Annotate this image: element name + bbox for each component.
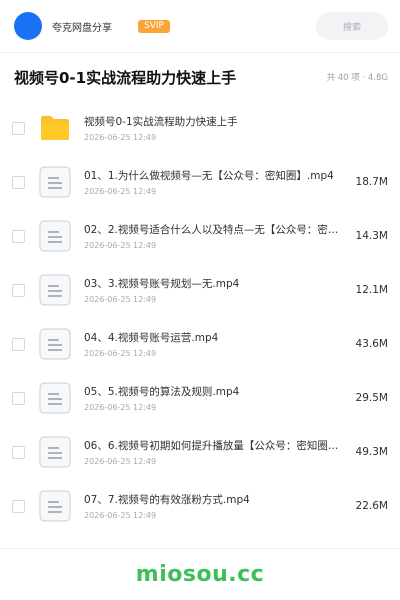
list-item[interactable]: 01、1.为什么做视频号—无【公众号：密知圈】.mp4 2026-06-25 12… [0,155,400,209]
list-item[interactable]: 07、7.视频号的有效涨粉方式.mp4 2026-06-25 12:49 22.6M [0,479,400,533]
item-time: 2026-06-25 12:49 [84,511,157,520]
watermark: miosou.cc [135,562,265,587]
svip-badge: SVIP [138,19,170,33]
document-icon [38,165,72,199]
document-icon [38,327,72,361]
share-name: 夸克网盘分享 [52,22,112,34]
item-checkbox[interactable] [12,283,25,297]
item-checkbox[interactable] [12,445,25,459]
item-time: 2026-06-25 12:49 [84,241,157,250]
item-checkbox[interactable] [12,337,25,351]
list-item[interactable]: 03、3.视频号账号规划—无.mp4 2026-06-25 12:49 12.1M [0,263,400,317]
item-size: 12.1M [355,284,388,296]
item-checkbox[interactable] [12,229,25,243]
item-size: 18.7M [355,176,388,188]
item-name: 04、4.视频号账号运营.mp4 [84,332,219,344]
list-item[interactable]: 视频号0-1实战流程助力快速上手 2026-06-25 12:49 [0,101,400,155]
document-icon [38,273,72,307]
item-time: 2026-06-25 12:49 [84,133,157,142]
item-size: 14.3M [355,230,388,242]
item-name: 视频号0-1实战流程助力快速上手 [84,116,238,128]
item-text: 07、7.视频号的有效涨粉方式.mp4 2026-06-25 12:49 [84,492,344,520]
list-item[interactable]: 06、6.视频号初期如何提升播放量【公众号：密知圈】.mp4 2026-06-25… [0,425,400,479]
item-name: 01、1.为什么做视频号—无【公众号：密知圈】.mp4 [84,170,334,182]
item-name: 03、3.视频号账号规划—无.mp4 [84,278,240,290]
folder-title: 视频号0-1实战流程助力快速上手 [14,68,237,87]
item-text: 06、6.视频号初期如何提升播放量【公众号：密知圈】.mp4 2026-06-25… [84,438,344,466]
item-text: 03、3.视频号账号规划—无.mp4 2026-06-25 12:49 [84,276,344,304]
item-checkbox[interactable] [12,121,25,135]
item-name: 06、6.视频号初期如何提升播放量【公众号：密知圈】.mp4 [84,440,344,452]
item-time: 2026-06-25 12:49 [84,403,157,412]
share-header: 夸克网盘分享 SVIP 搜索 [0,0,400,52]
folder-icon [38,111,72,145]
folder-meta: 共 40 项 · 4.8G [326,73,388,83]
item-text: 02、2.视频号适合什么人以及特点—无【公众号：密知圈】.mp4 2026-06-… [84,222,344,250]
document-icon [38,435,72,469]
list-item[interactable]: 04、4.视频号账号运营.mp4 2026-06-25 12:49 43.6M [0,317,400,371]
item-text: 04、4.视频号账号运营.mp4 2026-06-25 12:49 [84,330,344,358]
item-text: 01、1.为什么做视频号—无【公众号：密知圈】.mp4 2026-06-25 12… [84,168,344,196]
item-size: 43.6M [355,338,388,350]
list-item[interactable]: 02、2.视频号适合什么人以及特点—无【公众号：密知圈】.mp4 2026-06-… [0,209,400,263]
item-name: 05、5.视频号的算法及规则.mp4 [84,386,240,398]
file-list: 视频号0-1实战流程助力快速上手 2026-06-25 12:49 01、1.为什么… [0,101,400,533]
item-size: 29.5M [355,392,388,404]
item-time: 2026-06-25 12:49 [84,295,157,304]
item-checkbox[interactable] [12,499,25,513]
item-time: 2026-06-25 12:49 [84,349,157,358]
item-name: 07、7.视频号的有效涨粉方式.mp4 [84,494,250,506]
item-time: 2026-06-25 12:49 [84,187,157,196]
item-time: 2026-06-25 12:49 [84,457,157,466]
item-checkbox[interactable] [12,391,25,405]
avatar[interactable] [14,12,42,40]
list-item[interactable]: 05、5.视频号的算法及规则.mp4 2026-06-25 12:49 29.5M [0,371,400,425]
footer: miosou.cc [0,548,400,600]
document-icon [38,381,72,415]
item-checkbox[interactable] [12,175,25,189]
document-icon [38,489,72,523]
item-name: 02、2.视频号适合什么人以及特点—无【公众号：密知圈】.mp4 [84,224,344,236]
item-size: 49.3M [355,446,388,458]
item-text: 05、5.视频号的算法及规则.mp4 2026-06-25 12:49 [84,384,344,412]
search-button[interactable]: 搜索 [316,12,388,40]
folder-titlebar: 视频号0-1实战流程助力快速上手 共 40 项 · 4.8G [0,53,400,101]
document-icon [38,219,72,253]
item-size: 22.6M [355,500,388,512]
item-text: 视频号0-1实战流程助力快速上手 2026-06-25 12:49 [84,114,388,142]
